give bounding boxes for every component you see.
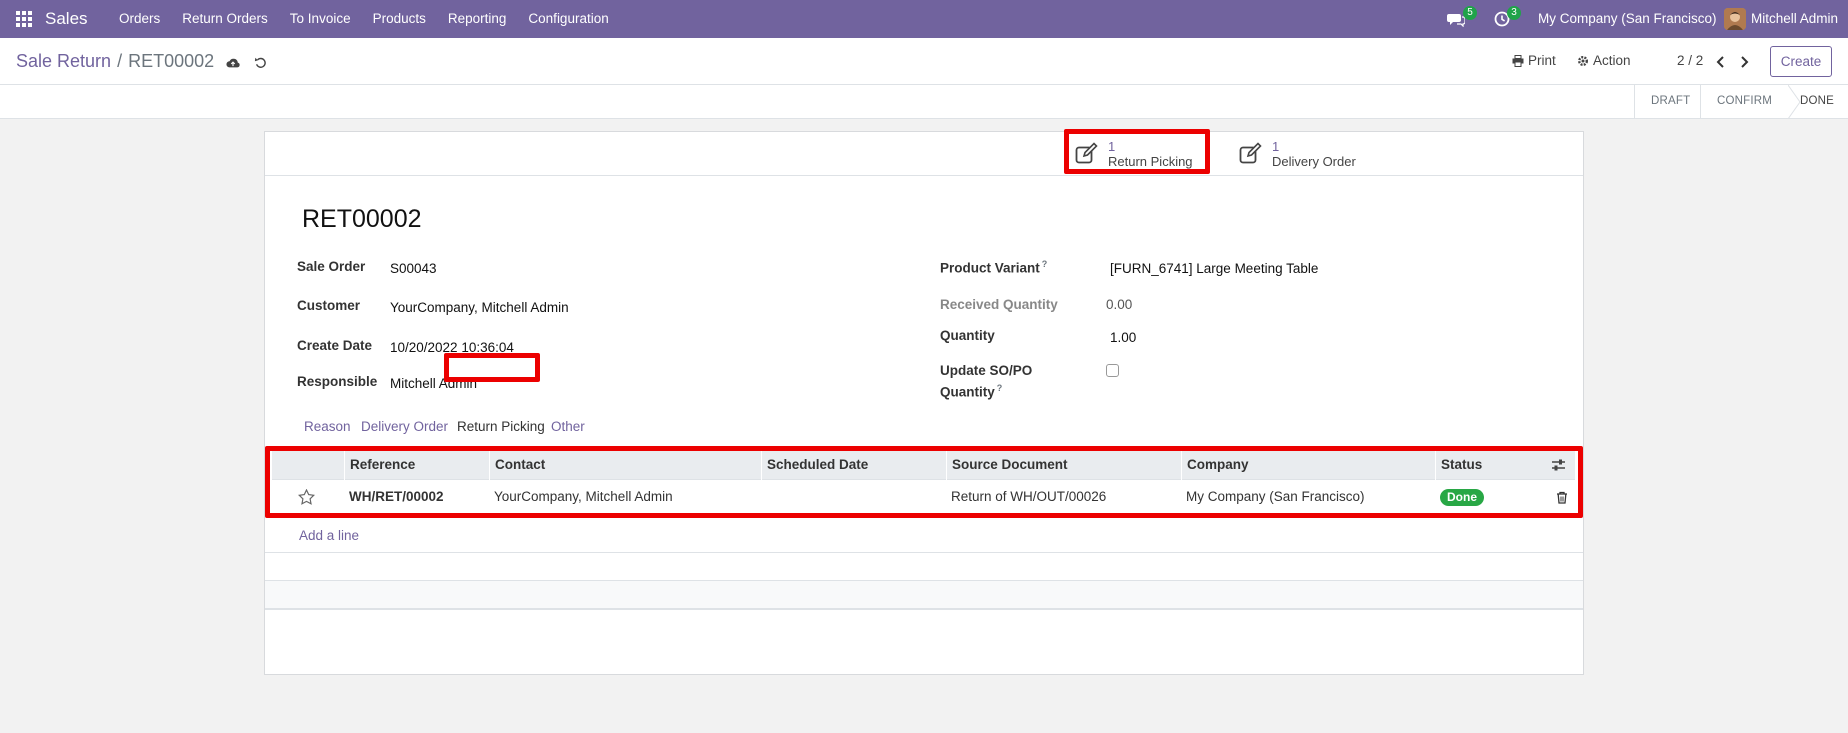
breadcrumb-separator: / — [117, 51, 123, 71]
cell-source-document: Return of WH/OUT/00026 — [951, 489, 1107, 504]
received-quantity-field: 0.00 — [1106, 297, 1133, 312]
add-a-line-link[interactable]: Add a line — [299, 528, 359, 543]
control-panel: Sale Return / RET00002 Print Action 2 / 2 … — [0, 38, 1848, 85]
user-avatar[interactable] — [1724, 8, 1746, 30]
messages-badge: 5 — [1463, 6, 1477, 20]
column-company[interactable]: Company — [1181, 450, 1249, 480]
form-sheet: 1 Return Picking 1 Delivery Order RET000… — [264, 129, 1584, 675]
user-menu[interactable]: Mitchell Admin — [1751, 11, 1838, 26]
column-source-document[interactable]: Source Document — [946, 450, 1068, 480]
tab-other[interactable]: Other — [551, 414, 585, 440]
optional-columns-icon[interactable] — [1551, 458, 1566, 472]
list-header: Reference Contact Scheduled Date Source … — [272, 450, 1575, 480]
sale-order-field[interactable]: S00043 — [390, 261, 437, 276]
tab-reason[interactable]: Reason — [304, 414, 351, 440]
update-so-po-label: Update SO/PO — [940, 363, 1033, 378]
tab-return-picking[interactable]: Return Picking — [457, 414, 545, 440]
discard-undo-icon[interactable] — [254, 56, 268, 70]
responsible-label: Responsible — [297, 374, 378, 389]
gear-icon — [1578, 55, 1588, 66]
stage-draft[interactable]: DRAFT — [1634, 85, 1706, 118]
product-variant-label: Product Variant? — [940, 259, 1047, 276]
help-tooltip-icon[interactable]: ? — [997, 383, 1003, 393]
quantity-label: Quantity — [940, 328, 995, 343]
update-so-po-checkbox[interactable] — [1106, 364, 1119, 377]
cell-scheduled-date — [761, 480, 766, 514]
pager-value[interactable]: 2 / 2 — [1677, 53, 1703, 68]
stage-done[interactable]: DONE — [1784, 85, 1848, 118]
cell-company: My Company (San Francisco) — [1186, 489, 1365, 504]
list-empty-row — [265, 552, 1583, 580]
table-row[interactable]: WH/RET/00002 YourCompany, Mitchell Admin… — [272, 480, 1575, 514]
stage-confirm[interactable]: CONFIRM — [1700, 85, 1788, 118]
create-date-label: Create Date — [297, 338, 373, 353]
cell-reference: WH/RET/00002 — [349, 489, 444, 504]
list-empty-row — [265, 580, 1583, 608]
column-status[interactable]: Status — [1435, 450, 1482, 480]
menu-products[interactable]: Products — [362, 0, 437, 38]
return-picking-label: Return Picking — [1108, 154, 1193, 169]
tab-delivery-order[interactable]: Delivery Order — [361, 414, 448, 440]
create-button[interactable]: Create — [1770, 46, 1832, 77]
cell-contact: YourCompany, Mitchell Admin — [494, 489, 673, 504]
star-icon[interactable] — [298, 489, 315, 505]
apps-grid-icon[interactable] — [16, 11, 32, 27]
menu-orders[interactable]: Orders — [108, 0, 171, 38]
create-date-field: 10/20/2022 10:36:04 — [390, 340, 514, 355]
update-so-po-label-line2: Quantity? — [940, 383, 1002, 400]
responsible-field[interactable]: Mitchell Admin — [390, 376, 477, 391]
action-button[interactable]: Action — [1577, 53, 1631, 68]
breadcrumb-parent[interactable]: Sale Return — [16, 51, 111, 71]
menu-configuration[interactable]: Configuration — [517, 0, 619, 38]
product-variant-field[interactable]: [FURN_6741] Large Meeting Table — [1110, 261, 1318, 276]
edit-icon — [1075, 142, 1098, 164]
record-title: RET00002 — [302, 205, 422, 233]
menu-reporting[interactable]: Reporting — [437, 0, 518, 38]
customer-field[interactable]: YourCompany, Mitchell Admin — [390, 300, 569, 315]
company-switcher[interactable]: My Company (San Francisco) — [1538, 11, 1717, 26]
quantity-field[interactable]: 1.00 — [1110, 330, 1136, 345]
list-footer-divider — [265, 608, 1583, 610]
column-reference[interactable]: Reference — [344, 450, 415, 480]
action-label: Action — [1593, 53, 1631, 68]
top-navbar: Sales Orders Return Orders To Invoice Pr… — [0, 0, 1848, 38]
chevron-left-icon[interactable] — [1716, 56, 1726, 68]
smart-button-box: 1 Return Picking 1 Delivery Order — [265, 132, 1583, 176]
save-cloud-icon[interactable] — [226, 56, 240, 70]
customer-label: Customer — [297, 298, 361, 313]
edit-icon — [1239, 142, 1262, 164]
delivery-order-smart-button[interactable]: 1 Delivery Order — [1238, 132, 1356, 176]
menu-return-orders[interactable]: Return Orders — [171, 0, 279, 38]
status-bar: DRAFT CONFIRM DONE — [0, 85, 1848, 119]
breadcrumb-current: RET00002 — [128, 51, 215, 71]
print-label: Print — [1528, 53, 1556, 68]
main-menu: Orders Return Orders To Invoice Products… — [108, 0, 620, 38]
menu-to-invoice[interactable]: To Invoice — [279, 0, 362, 38]
app-name[interactable]: Sales — [45, 9, 88, 29]
status-badge: Done — [1440, 489, 1484, 506]
print-button[interactable]: Print — [1512, 53, 1556, 68]
product-variant-label-text: Product Variant — [940, 260, 1040, 276]
help-tooltip-icon[interactable]: ? — [1042, 259, 1048, 269]
breadcrumb: Sale Return / RET00002 — [16, 51, 214, 72]
chevron-right-icon[interactable] — [1739, 56, 1749, 68]
printer-icon — [1512, 54, 1524, 67]
trash-icon[interactable] — [1556, 491, 1568, 504]
received-quantity-label: Received Quantity — [940, 297, 1058, 312]
update-so-po-label-line2-text: Quantity — [940, 384, 995, 400]
column-contact[interactable]: Contact — [489, 450, 545, 480]
return-picking-count: 1 — [1108, 139, 1116, 154]
delivery-order-label: Delivery Order — [1272, 154, 1356, 169]
activities-badge: 3 — [1507, 6, 1521, 20]
delivery-order-count: 1 — [1272, 139, 1280, 154]
sale-order-label: Sale Order — [297, 259, 366, 274]
column-scheduled-date[interactable]: Scheduled Date — [761, 450, 868, 480]
return-picking-smart-button[interactable]: 1 Return Picking — [1074, 132, 1193, 176]
